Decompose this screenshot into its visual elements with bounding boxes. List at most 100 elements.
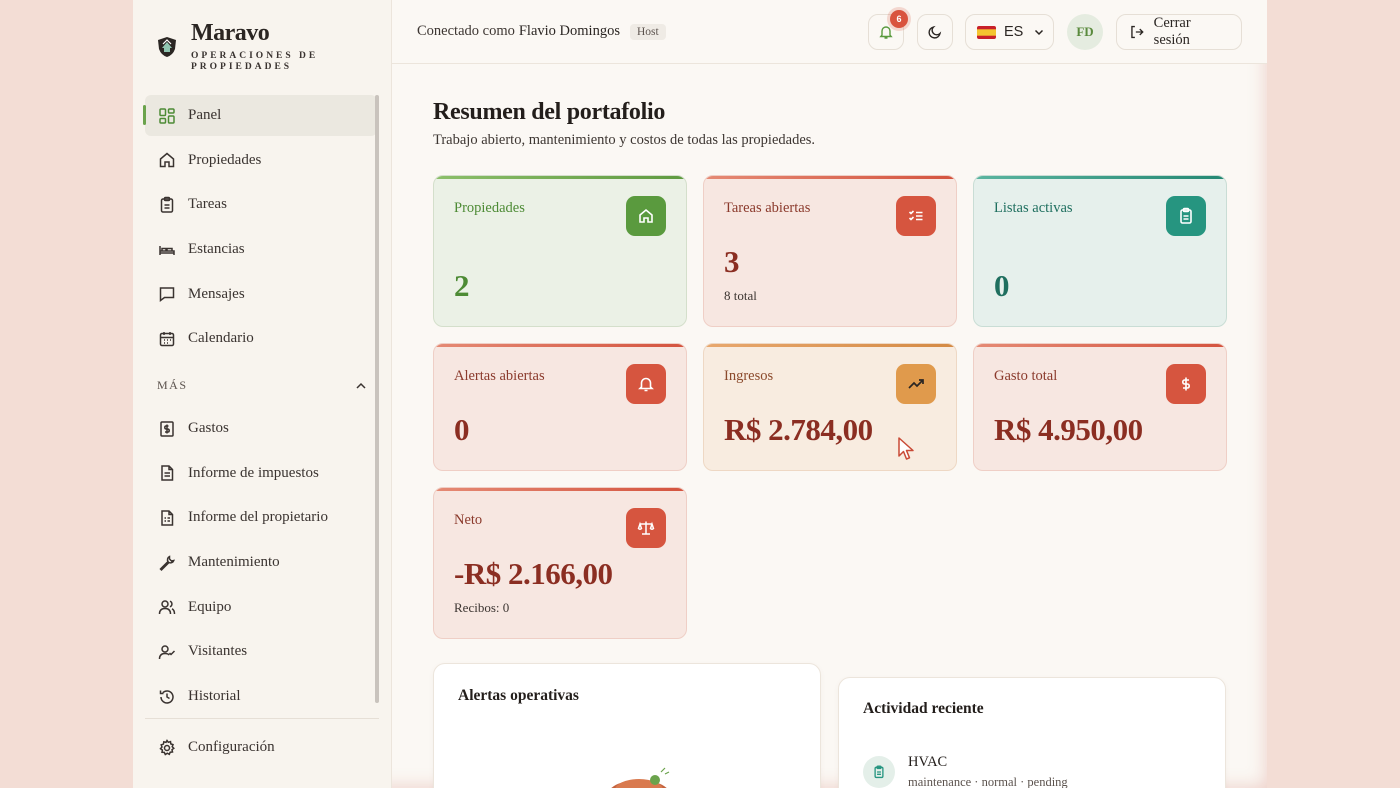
- language-select[interactable]: ES: [965, 14, 1054, 50]
- card-label: Tareas abiertas: [724, 200, 811, 216]
- main-content: Resumen del portafolio Trabajo abierto, …: [392, 65, 1267, 788]
- sidebar-item-label: Panel: [188, 107, 222, 123]
- nav-section-more[interactable]: MÁS: [157, 378, 367, 393]
- card-label: Listas activas: [994, 200, 1073, 216]
- gear-icon: [159, 738, 175, 756]
- sidebar-item-equipo[interactable]: Equipo: [145, 587, 377, 628]
- sidebar-item-label: Estancias: [188, 241, 245, 258]
- brand-subtitle-line2: PROPIEDADES: [191, 62, 293, 72]
- card-value: 3: [724, 244, 740, 279]
- card-label: Propiedades: [454, 200, 525, 216]
- activity-title: HVAC: [908, 754, 948, 770]
- card-accent-line: [434, 344, 686, 347]
- sidebar-item-informe-propietario[interactable]: Informe del propietario: [145, 497, 377, 538]
- logout-button[interactable]: Cerrar sesión: [1116, 14, 1242, 50]
- sidebar-item-visitantes[interactable]: Visitantes: [145, 631, 377, 672]
- card-label: Ingresos: [724, 368, 774, 384]
- sidebar-item-label: Propiedades: [188, 151, 262, 168]
- card-accent-line: [704, 344, 956, 347]
- card-value: 0: [454, 412, 470, 447]
- sidebar-divider: [145, 718, 379, 719]
- stat-card-open-alerts[interactable]: Alertas abiertas 0: [433, 343, 687, 471]
- sidebar-item-label: Calendario: [188, 330, 254, 347]
- card-value: R$ 2.784,00: [724, 412, 873, 447]
- mouse-pointer-icon: [898, 437, 914, 460]
- bell-icon: [638, 377, 654, 392]
- settings-nav: Configuración: [145, 727, 377, 772]
- recent-activity-panel: Actividad reciente HVAC maintenance · no…: [838, 677, 1226, 788]
- card-icon-box: [626, 196, 666, 236]
- sidebar-item-label: Mantenimiento: [188, 554, 280, 571]
- page-subtitle: Trabajo abierto, mantenimiento y costos …: [433, 132, 816, 148]
- stat-card-properties[interactable]: Propiedades 2: [433, 175, 687, 327]
- sidebar-item-panel[interactable]: Panel: [143, 95, 377, 136]
- activity-meta: maintenance · normal · pending: [908, 775, 1068, 788]
- notification-count-badge: 6: [890, 10, 908, 28]
- stat-card-net[interactable]: Neto -R$ 2.166,00 Recibos: 0: [433, 487, 687, 639]
- role-badge: Host: [629, 23, 666, 40]
- card-note: Recibos: 0: [454, 600, 510, 615]
- stat-card-total-expense[interactable]: Gasto total R$ 4.950,00: [973, 343, 1227, 471]
- home-icon: [159, 152, 175, 168]
- chevron-up-icon: [356, 382, 366, 389]
- chevron-down-icon: [1035, 29, 1044, 36]
- message-icon: [159, 287, 175, 303]
- logout-label: Cerrar sesión: [1153, 15, 1191, 48]
- theme-toggle-button[interactable]: [917, 14, 953, 50]
- sidebar-scrollbar[interactable]: [375, 95, 379, 703]
- card-label: Gasto total: [994, 368, 1058, 384]
- app-window: Maravo OPERACIONES DE PROPIEDADES Panel …: [133, 0, 1267, 788]
- card-icon-box: [1166, 364, 1206, 404]
- checklist-icon: [908, 210, 923, 221]
- card-value: -R$ 2.166,00: [454, 556, 613, 591]
- card-label: Neto: [454, 512, 483, 528]
- sidebar-item-mantenimiento[interactable]: Mantenimiento: [145, 542, 377, 583]
- card-icon-box: [896, 196, 936, 236]
- stat-card-active-lists[interactable]: Listas activas 0: [973, 175, 1227, 327]
- language-label: ES: [1004, 24, 1024, 40]
- sidebar-item-mensajes[interactable]: Mensajes: [145, 274, 377, 315]
- card-label: Alertas abiertas: [454, 368, 545, 384]
- sidebar-item-label: Mensajes: [188, 285, 245, 302]
- user-name: Flavio Domingos: [518, 23, 620, 39]
- stat-card-income[interactable]: Ingresos R$ 2.784,00: [703, 343, 957, 471]
- card-accent-line: [704, 176, 956, 179]
- history-icon: [159, 689, 174, 704]
- sidebar-item-label: Equipo: [188, 598, 232, 615]
- sidebar-item-label: Gastos: [188, 420, 229, 436]
- grid-icon: [159, 107, 175, 124]
- page-title: Resumen del portafolio: [433, 99, 666, 125]
- more-nav: Gastos Informe de impuestos Informe del …: [145, 408, 377, 721]
- moon-icon: [928, 25, 942, 39]
- card-value: 0: [994, 268, 1010, 303]
- sidebar-item-estancias[interactable]: Estancias: [145, 229, 377, 270]
- avatar[interactable]: FD: [1067, 14, 1103, 50]
- sidebar-item-calendario[interactable]: Calendario: [145, 318, 377, 359]
- brand-name: Maravo: [191, 20, 270, 46]
- brand[interactable]: Maravo OPERACIONES DE PROPIEDADES: [157, 20, 318, 72]
- sidebar-item-label: Informe de impuestos: [188, 464, 319, 481]
- sidebar-item-historial[interactable]: Historial: [145, 676, 377, 717]
- card-note: 8 total: [724, 288, 757, 303]
- card-accent-line: [434, 176, 686, 179]
- bed-icon: [159, 245, 175, 255]
- sidebar-item-label: Tareas: [188, 196, 227, 213]
- sidebar-item-propiedades[interactable]: Propiedades: [145, 140, 377, 181]
- operational-alerts-panel: Alertas operativas: [433, 663, 821, 788]
- clipboard-icon: [160, 196, 174, 213]
- card-value: 2: [454, 268, 470, 303]
- home-icon: [639, 208, 653, 223]
- shield-logo-icon: [158, 37, 176, 57]
- sidebar-item-configuracion[interactable]: Configuración: [145, 727, 377, 768]
- sidebar-item-informe-impuestos[interactable]: Informe de impuestos: [145, 453, 377, 494]
- spain-flag-icon: [977, 25, 996, 39]
- clipboard-icon: [874, 765, 884, 779]
- stat-card-open-tasks[interactable]: Tareas abiertas 3 8 total: [703, 175, 957, 327]
- sidebar-item-label: Visitantes: [188, 643, 248, 660]
- card-icon-box: [896, 364, 936, 404]
- card-icon-box: [1166, 196, 1206, 236]
- sidebar-item-gastos[interactable]: Gastos: [145, 408, 377, 449]
- sidebar-item-tareas[interactable]: Tareas: [145, 184, 377, 225]
- card-icon-box: [626, 364, 666, 404]
- card-value: R$ 4.950,00: [994, 412, 1143, 447]
